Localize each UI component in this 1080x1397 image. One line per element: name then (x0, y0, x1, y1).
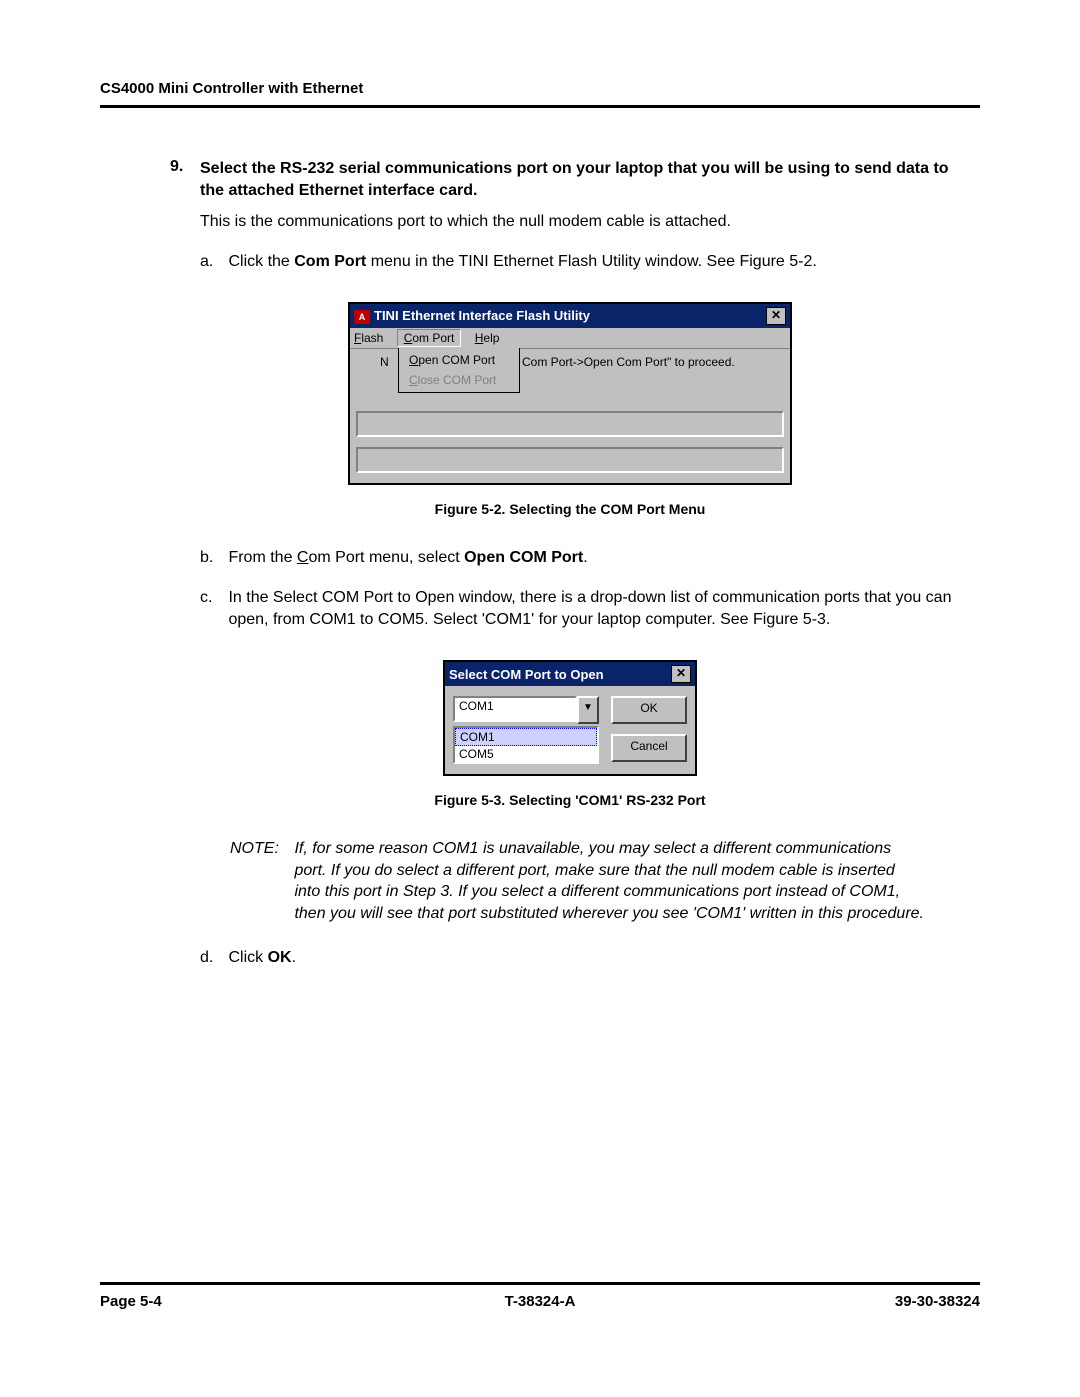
chevron-down-icon[interactable]: ▼ (577, 696, 599, 724)
close-icon-2[interactable]: ✕ (671, 665, 691, 683)
page-footer: Page 5-4 T-38324-A 39-30-38324 (100, 1282, 980, 1310)
step-title: Select the RS-232 serial communications … (200, 158, 970, 201)
cancel-button[interactable]: Cancel (611, 734, 687, 762)
window-title-2: Select COM Port to Open (449, 667, 671, 682)
comport-dropdown: Open COM Port Close COM Port (398, 348, 520, 393)
figure-5-2-caption: Figure 5-2. Selecting the COM Port Menu (170, 501, 970, 517)
menu-close-com: Close COM Port (399, 370, 519, 390)
sub-c-text: In the Select COM Port to Open window, t… (228, 587, 968, 630)
window-title: TINI Ethernet Interface Flash Utility (374, 308, 590, 323)
list-item[interactable]: COM1 (455, 728, 597, 746)
running-head: CS4000 Mini Controller with Ethernet (100, 80, 980, 108)
com-port-list[interactable]: COM1 COM5 (453, 726, 599, 764)
ok-button[interactable]: OK (611, 696, 687, 724)
com-port-combo[interactable]: COM1 ▼ (453, 696, 599, 724)
note-label: NOTE: (230, 838, 290, 860)
sub-c: c. In the Select COM Port to Open window… (200, 587, 970, 630)
menu-open-com[interactable]: Open COM Port (399, 350, 519, 370)
select-com-window: Select COM Port to Open ✕ COM1 ▼ COM1 CO… (443, 660, 697, 776)
app-icon: A (354, 310, 370, 324)
tini-window: A TINI Ethernet Interface Flash Utility ✕… (348, 302, 792, 485)
menu-comport[interactable]: Com Port (397, 329, 462, 347)
list-item[interactable]: COM5 (455, 746, 597, 762)
com-port-value[interactable]: COM1 (453, 696, 577, 722)
titlebar[interactable]: A TINI Ethernet Interface Flash Utility ✕ (350, 304, 790, 328)
footer-center: T-38324-A (100, 1293, 980, 1310)
figure-5-3-caption: Figure 5-3. Selecting 'COM1' RS-232 Port (170, 792, 970, 808)
sub-d: d. Click OK. (200, 947, 970, 969)
note-block: NOTE: If, for some reason COM1 is unavai… (230, 838, 930, 924)
titlebar-2[interactable]: Select COM Port to Open ✕ (445, 662, 695, 686)
menu-help[interactable]: Help (475, 331, 500, 345)
sub-a: a. Click the Com Port menu in the TINI E… (200, 251, 970, 273)
note-text: If, for some reason COM1 is unavailable,… (294, 838, 924, 924)
sub-b-label: b. (200, 547, 224, 569)
menubar: Flash Com Port Help (350, 328, 790, 349)
main-content: 9. Select the RS-232 serial communicatio… (170, 158, 970, 968)
sunken-bar-2 (356, 447, 784, 473)
sub-c-label: c. (200, 587, 224, 609)
step-number: 9. (170, 158, 198, 176)
sub-a-label: a. (200, 251, 224, 273)
step-body: This is the communications port to which… (200, 211, 970, 233)
close-icon[interactable]: ✕ (766, 307, 786, 325)
sunken-bar-1 (356, 411, 784, 437)
sub-b: b. From the Com Port menu, select Open C… (200, 547, 970, 569)
menu-flash[interactable]: Flash (354, 331, 383, 345)
sub-d-label: d. (200, 947, 224, 969)
